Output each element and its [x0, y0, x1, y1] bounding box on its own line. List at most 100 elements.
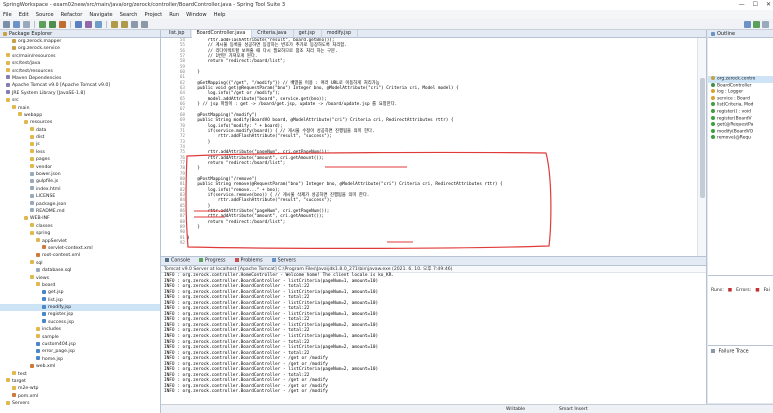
minimize-button[interactable]: —: [739, 1, 745, 8]
search-icon[interactable]: [95, 20, 102, 28]
menu-window[interactable]: Window: [186, 12, 206, 18]
tree-item[interactable]: dist: [0, 134, 160, 141]
tree-item[interactable]: Maven Dependencies: [0, 75, 160, 82]
outline-item[interactable]: modify(BoardVO: [708, 128, 773, 136]
tree-item[interactable]: LICENSE: [0, 193, 160, 200]
menu-search[interactable]: Search: [120, 12, 138, 18]
run-icon[interactable]: [39, 20, 46, 28]
tree-item[interactable]: org.zerock.mapper: [0, 38, 160, 45]
tree-item[interactable]: home.jsp: [0, 356, 160, 363]
tree-item[interactable]: sample: [0, 334, 160, 341]
previous-annotation-icon[interactable]: [121, 20, 128, 28]
outline-item[interactable]: service : Board: [708, 95, 773, 103]
tree-item[interactable]: register.jsp: [0, 311, 160, 318]
tree-item[interactable]: vendor: [0, 164, 160, 171]
tree-item[interactable]: data: [0, 127, 160, 134]
save-icon[interactable]: [13, 20, 20, 28]
tree-item[interactable]: main: [0, 105, 160, 112]
close-button[interactable]: ✕: [766, 1, 771, 8]
tree-item[interactable]: servlet-context.xml: [0, 245, 160, 252]
open-type-icon[interactable]: [85, 20, 92, 28]
debug-icon[interactable]: [49, 20, 56, 28]
tree-item[interactable]: package.json: [0, 201, 160, 208]
tree-item[interactable]: webapp: [0, 112, 160, 119]
menu-run[interactable]: Run: [169, 12, 179, 18]
editor-scrollbar[interactable]: [697, 38, 706, 256]
tree-item[interactable]: Servers: [0, 400, 160, 407]
tree-item[interactable]: src/test/resources: [0, 68, 160, 75]
menu-file[interactable]: File: [3, 12, 12, 18]
tree-item[interactable]: board: [0, 282, 160, 289]
outline-item[interactable]: get(@RequestPa: [708, 122, 773, 129]
tree-item[interactable]: README.md: [0, 208, 160, 215]
tree-item[interactable]: spring: [0, 230, 160, 237]
tree-item[interactable]: appServlet: [0, 238, 160, 245]
editor-tab[interactable]: get.jsp: [295, 30, 322, 38]
tab-servers[interactable]: Servers: [271, 258, 296, 264]
tree-item[interactable]: pom.xml: [0, 393, 160, 400]
editor-tab[interactable]: Criteria.java: [253, 30, 294, 38]
next-annotation-icon[interactable]: [111, 20, 118, 28]
tree-item[interactable]: less: [0, 149, 160, 156]
tree-item[interactable]: Apache Tomcat v9.0 [Apache Tomcat v9.0]: [0, 82, 160, 89]
back-icon[interactable]: [131, 20, 138, 28]
menu-project[interactable]: Project: [144, 12, 162, 18]
tree-item[interactable]: target: [0, 378, 160, 385]
tree-item[interactable]: bower.json: [0, 171, 160, 178]
code-area[interactable]: 54 rttr.addFlashAttribute("result", boar…: [161, 38, 697, 256]
tree-item[interactable]: list.jsp: [0, 297, 160, 304]
forward-icon[interactable]: [141, 20, 148, 28]
tree-item[interactable]: src: [0, 97, 160, 104]
outline-item[interactable]: BoardController: [708, 82, 773, 90]
tree-item[interactable]: web.xml: [0, 363, 160, 370]
outline-item[interactable]: org.zerock.contro: [708, 76, 773, 83]
tab-problems[interactable]: Problems: [234, 258, 263, 264]
outline-item[interactable]: register(BoardV: [708, 115, 773, 123]
tree-item[interactable]: views: [0, 275, 160, 282]
tab-progress[interactable]: Progress: [199, 258, 226, 264]
menu-refactor[interactable]: Refactor: [61, 12, 83, 18]
perspective-debug-icon[interactable]: [762, 21, 769, 28]
editor-tab[interactable]: modify.jsp: [323, 30, 359, 38]
tree-item[interactable]: database.sql: [0, 267, 160, 274]
outline-item[interactable]: log : Logger: [708, 89, 773, 96]
menu-source[interactable]: Source: [36, 12, 54, 18]
outline-item[interactable]: register() : void: [708, 108, 773, 116]
tree-item[interactable]: modify.jsp: [0, 304, 160, 312]
outline-item[interactable]: list(Criteria, Mod: [708, 102, 773, 109]
editor-tab[interactable]: BoardController.java: [192, 30, 253, 38]
new-icon[interactable]: [3, 20, 10, 28]
console-output[interactable]: INFO : org.zerock.controller.HomeControl…: [161, 273, 706, 395]
new-java-class-icon[interactable]: [75, 20, 82, 28]
tree-item[interactable]: test: [0, 371, 160, 378]
maximize-button[interactable]: ☐: [753, 1, 758, 8]
editor-tab[interactable]: list.jsp: [165, 30, 192, 38]
tree-item[interactable]: custom404.jsp: [0, 341, 160, 348]
perspective-spring-icon[interactable]: [753, 21, 760, 28]
tree-item[interactable]: get.jsp: [0, 289, 160, 296]
outline-item[interactable]: remove(@Requ: [708, 135, 773, 142]
tree-item[interactable]: gulpfile.js: [0, 178, 160, 185]
package-explorer-tab[interactable]: Package Explorer: [0, 30, 160, 38]
tree-item[interactable]: resources: [0, 119, 160, 126]
tree-item[interactable]: success.jsp: [0, 319, 160, 326]
save-all-icon[interactable]: [23, 20, 30, 28]
tree-item[interactable]: js: [0, 141, 160, 148]
outline-tab[interactable]: Outline: [708, 30, 773, 38]
scrollbar-thumb[interactable]: [700, 78, 705, 198]
tree-item[interactable]: index.html: [0, 186, 160, 193]
menu-navigate[interactable]: Navigate: [89, 12, 112, 18]
tree-item[interactable]: classes: [0, 223, 160, 230]
menu-help[interactable]: Help: [214, 12, 226, 18]
tab-console[interactable]: Console: [165, 258, 190, 264]
tree-item[interactable]: includes: [0, 326, 160, 333]
external-tools-icon[interactable]: [59, 20, 66, 28]
tree-item[interactable]: src/test/java: [0, 60, 160, 67]
tree-item[interactable]: sql: [0, 260, 160, 267]
tree-item[interactable]: root-context.xml: [0, 252, 160, 259]
tree-item[interactable]: WEB-INF: [0, 215, 160, 222]
tree-item[interactable]: m2e-wtp: [0, 385, 160, 392]
tree-item[interactable]: pages: [0, 156, 160, 163]
perspective-java-icon[interactable]: [744, 21, 751, 28]
tree-item[interactable]: error_page.jsp: [0, 348, 160, 355]
